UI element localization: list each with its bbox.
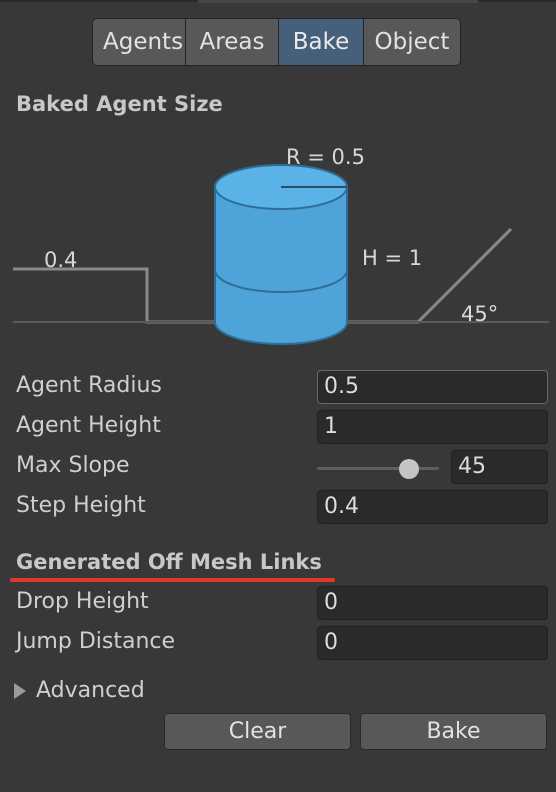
drop-height-label: Drop Height (16, 589, 149, 614)
highlight-underline (10, 578, 335, 582)
agent-radius-label: Agent Radius (16, 373, 162, 398)
max-slope-label: Max Slope (16, 453, 130, 478)
agent-height-field[interactable]: 1 (317, 410, 548, 444)
drop-height-field[interactable]: 0 (317, 586, 548, 620)
agent-radius-row: Agent Radius 0.5 (0, 369, 556, 407)
step-height-field[interactable]: 0.4 (317, 490, 548, 524)
tab-agents[interactable]: Agents (93, 19, 185, 65)
agent-size-diagram: R = 0.5 H = 1 0.4 45° (13, 145, 549, 345)
step-height-label: 0.4 (44, 248, 77, 272)
agent-height-row: Agent Height 1 (0, 409, 556, 447)
max-slope-row: Max Slope 45 (0, 449, 556, 487)
drop-height-row: Drop Height 0 (0, 585, 556, 623)
tab-bake[interactable]: Bake (279, 19, 363, 65)
max-slope-slider-track[interactable] (317, 467, 439, 470)
top-tab-strip (198, 0, 478, 3)
nav-tab-bar: Agents Areas Bake Object (92, 18, 461, 66)
jump-distance-row: Jump Distance 0 (0, 625, 556, 663)
triangle-right-icon (14, 682, 26, 699)
agent-height-label: Agent Height (16, 413, 161, 438)
tab-object[interactable]: Object (364, 19, 460, 65)
advanced-label: Advanced (36, 678, 145, 703)
clear-button[interactable]: Clear (164, 713, 351, 750)
agent-radius-field[interactable]: 0.5 (317, 370, 548, 404)
baked-agent-size-title: Baked Agent Size (16, 92, 223, 116)
max-slope-field[interactable]: 45 (451, 450, 548, 484)
jump-distance-field[interactable]: 0 (317, 626, 548, 660)
step-height-label: Step Height (16, 493, 146, 518)
tab-areas[interactable]: Areas (186, 19, 278, 65)
step-height-row: Step Height 0.4 (0, 489, 556, 527)
height-label: H = 1 (362, 246, 422, 270)
radius-label: R = 0.5 (286, 145, 365, 169)
max-slope-slider-thumb[interactable] (398, 459, 419, 479)
agent-cylinder (214, 164, 348, 345)
jump-distance-label: Jump Distance (16, 629, 176, 654)
advanced-foldout[interactable]: Advanced (14, 678, 145, 703)
slope-label: 45° (461, 302, 498, 326)
off-mesh-links-title: Generated Off Mesh Links (16, 550, 322, 574)
bake-button[interactable]: Bake (360, 713, 547, 750)
